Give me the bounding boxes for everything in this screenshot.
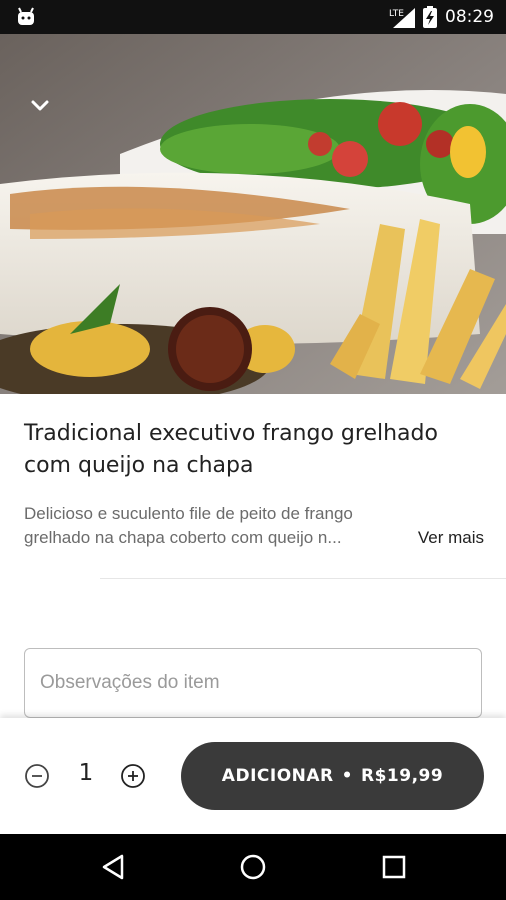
dish-photo — [0, 34, 506, 394]
chevron-down-icon[interactable] — [26, 92, 54, 120]
notes-input[interactable] — [25, 649, 481, 717]
android-icon — [18, 7, 34, 25]
network-type: LTE — [389, 9, 404, 19]
add-button-label: ADICIONAR — [221, 766, 334, 786]
system-nav-bar — [0, 834, 506, 900]
product-title: Tradicional executivo frango grelhado co… — [24, 421, 438, 478]
divider — [100, 578, 506, 579]
see-more-link[interactable]: Ver mais — [413, 526, 484, 550]
add-button-separator: • — [341, 766, 353, 786]
product-description: Delicioso e suculento file de peito de f… — [24, 502, 484, 550]
battery-charging-icon — [423, 6, 437, 28]
description-line-1: Delicioso e suculento file de peito de f… — [24, 504, 353, 523]
notes-field[interactable] — [24, 648, 482, 718]
order-bar: 1 ADICIONAR • R$19,99 — [0, 718, 506, 834]
increase-quantity-icon[interactable] — [120, 763, 146, 789]
product-image — [0, 34, 506, 394]
status-bar: LTE 08:29 — [0, 0, 506, 34]
add-button-price: R$19,99 — [361, 766, 444, 786]
lte-signal-icon: LTE — [389, 8, 415, 28]
back-icon[interactable] — [98, 851, 130, 883]
add-to-cart-button[interactable]: ADICIONAR • R$19,99 — [181, 742, 484, 810]
status-time: 08:29 — [445, 7, 494, 27]
home-icon[interactable] — [237, 851, 269, 883]
quantity-value: 1 — [78, 760, 94, 786]
recents-icon[interactable] — [378, 851, 410, 883]
decrease-quantity-icon[interactable] — [24, 763, 50, 789]
